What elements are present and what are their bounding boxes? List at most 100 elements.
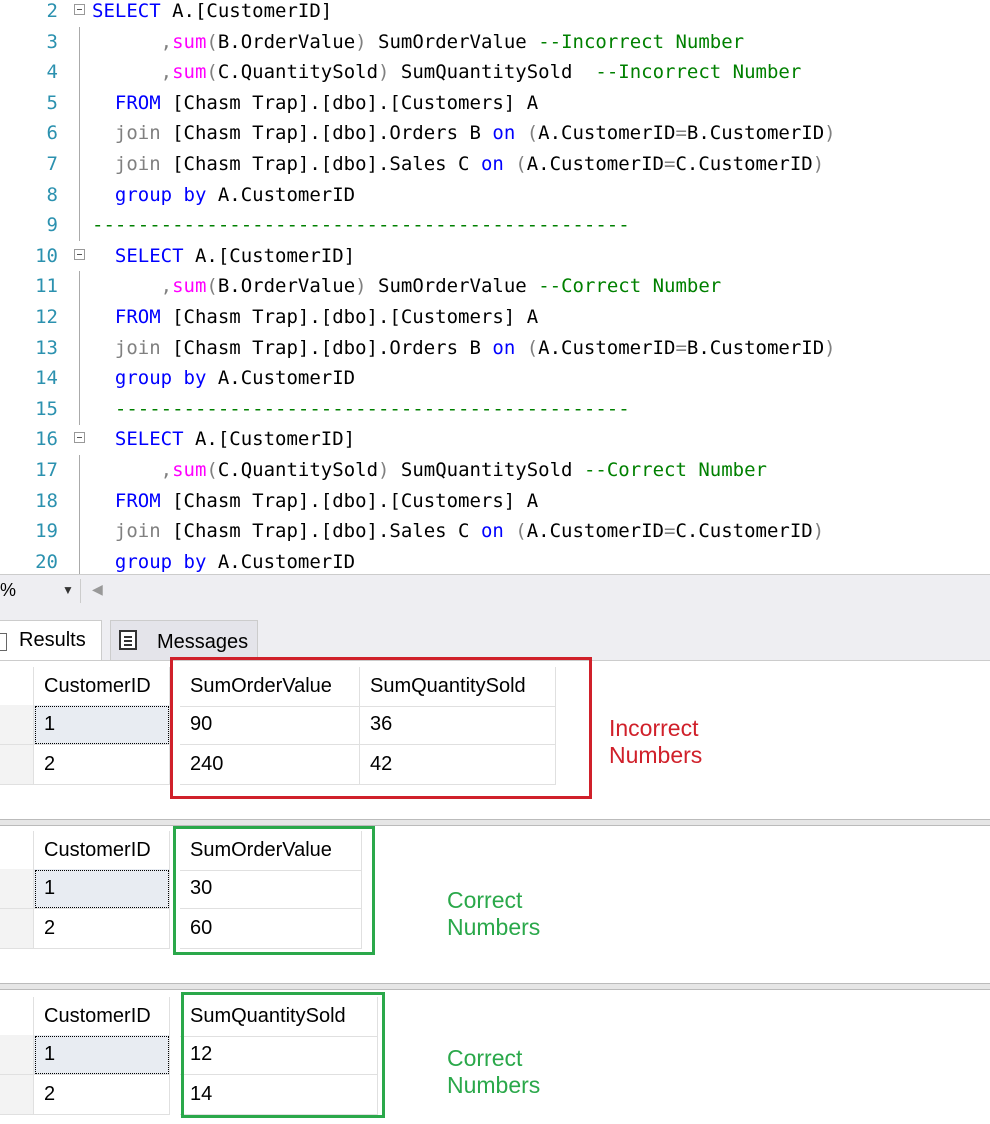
code-token: on xyxy=(492,122,516,145)
line-number: 7 xyxy=(46,153,58,175)
code-line[interactable]: 7 join [Chasm Trap].[dbo].Sales C on (A.… xyxy=(0,149,990,180)
code-token: group by xyxy=(92,550,207,573)
code-token: C.CustomerID xyxy=(675,520,813,543)
code-line[interactable]: 17 ,sum(C.QuantitySold) SumQuantitySold … xyxy=(0,455,990,486)
code-line[interactable]: 3 ,sum(B.OrderValue) SumOrderValue --Inc… xyxy=(0,26,990,58)
code-line[interactable]: 5 FROM [Chasm Trap].[dbo].[Customers] A xyxy=(0,87,990,119)
outline-guide xyxy=(79,210,80,242)
outline-guide xyxy=(79,57,80,89)
sql-editor[interactable]: 2 SELECT A.[CustomerID] 3 ,sum(B.OrderValu… xyxy=(0,0,990,578)
column-header[interactable]: CustomerID xyxy=(34,831,170,871)
outline-guide xyxy=(79,363,80,395)
line-number: 19 xyxy=(35,520,58,543)
code-line[interactable]: 13 join [Chasm Trap].[dbo].Orders B on (… xyxy=(0,332,990,364)
code-token: ) xyxy=(812,153,825,175)
table-cell[interactable]: 1 xyxy=(34,705,170,745)
code-token: ( xyxy=(206,275,218,298)
code-token: ) xyxy=(824,336,836,359)
code-token: FROM xyxy=(92,91,161,114)
code-token: ) xyxy=(355,30,367,53)
code-line[interactable]: 15 -------------------------------------… xyxy=(0,393,990,425)
code-line[interactable]: 10 SELECT A.[CustomerID] xyxy=(0,241,990,271)
code-text: group by A.CustomerID xyxy=(92,547,355,577)
row-header-corner[interactable] xyxy=(0,831,34,871)
code-line[interactable]: 18 FROM [Chasm Trap].[dbo].[Customers] A xyxy=(0,485,990,517)
collapse-icon[interactable] xyxy=(74,432,85,444)
column-header[interactable]: CustomerID xyxy=(34,667,170,707)
code-token: A.CustomerID xyxy=(538,122,676,145)
messages-icon xyxy=(119,630,137,650)
code-token: = xyxy=(664,153,676,175)
table-cell[interactable]: 2 xyxy=(34,1075,170,1115)
code-line[interactable]: 2 SELECT A.[CustomerID] xyxy=(0,0,990,26)
code-token: sum xyxy=(172,61,207,84)
outline-guide xyxy=(79,149,80,180)
code-line[interactable]: 8 group by A.CustomerID xyxy=(0,179,990,211)
code-line[interactable]: 12 FROM [Chasm Trap].[dbo].[Customers] A xyxy=(0,302,990,333)
code-line[interactable]: 19 join [Chasm Trap].[dbo].Sales C on (A… xyxy=(0,516,990,548)
table-cell[interactable]: 1 xyxy=(34,869,170,909)
code-token: sum xyxy=(172,459,207,481)
code-line[interactable]: 20 group by A.CustomerID xyxy=(0,546,990,578)
code-token: ( xyxy=(206,61,218,84)
code-token: , xyxy=(92,459,173,481)
code-token: [Chasm Trap].[dbo].Sales C xyxy=(160,520,481,543)
table-cell[interactable]: 2 xyxy=(34,745,170,785)
code-text: SELECT A.[CustomerID] xyxy=(92,0,332,26)
code-token: on xyxy=(480,520,504,543)
code-line[interactable]: 16 SELECT A.[CustomerID] xyxy=(0,424,990,454)
code-token: B.OrderValue xyxy=(217,275,356,298)
code-line[interactable]: 6 join [Chasm Trap].[dbo].Orders B on (A… xyxy=(0,118,990,150)
collapse-icon[interactable] xyxy=(74,248,85,260)
row-selector[interactable] xyxy=(0,909,34,949)
line-number: 11 xyxy=(35,275,58,298)
tab-messages[interactable]: Messages xyxy=(110,620,258,660)
code-text: join [Chasm Trap].[dbo].Sales C on (A.Cu… xyxy=(92,149,824,179)
code-token: --Correct Number xyxy=(583,459,767,481)
outline-guide xyxy=(79,26,80,58)
code-text: group by A.CustomerID xyxy=(92,180,355,210)
zoom-bar: % ▼ ◀ xyxy=(0,574,990,606)
collapse-icon[interactable] xyxy=(74,4,85,15)
grid-separator xyxy=(0,983,990,990)
row-selector[interactable] xyxy=(0,1075,34,1115)
column-header[interactable]: CustomerID xyxy=(34,997,170,1037)
zoom-level[interactable]: % xyxy=(0,580,16,601)
row-header-corner[interactable] xyxy=(0,667,34,707)
code-token: C.QuantitySold xyxy=(217,459,379,481)
line-number: 16 xyxy=(35,428,58,451)
line-number: 2 xyxy=(46,0,58,22)
code-token: A.CustomerID xyxy=(206,550,356,573)
chevron-down-icon[interactable]: ▼ xyxy=(62,583,74,597)
code-token: A.CustomerID xyxy=(206,183,356,206)
code-token: B.CustomerID xyxy=(686,122,825,145)
row-header-corner[interactable] xyxy=(0,997,34,1037)
grid-separator xyxy=(0,819,990,826)
code-token: ) xyxy=(378,459,390,481)
code-line[interactable]: 11 ,sum(B.OrderValue) SumOrderValue --Co… xyxy=(0,271,990,303)
code-token: FROM xyxy=(92,306,161,328)
row-selector[interactable] xyxy=(0,745,34,785)
code-line[interactable]: 14 group by A.CustomerID xyxy=(0,363,990,395)
table-cell[interactable]: 1 xyxy=(34,1035,170,1075)
code-text: SELECT A.[CustomerID] xyxy=(92,241,355,271)
annotation-incorrect: Incorrect Numbers xyxy=(609,715,703,768)
code-token: --Correct Number xyxy=(538,275,722,298)
code-line[interactable]: 9 ---------------------------------------… xyxy=(0,210,990,242)
code-text: FROM [Chasm Trap].[dbo].[Customers] A xyxy=(92,486,538,516)
row-selector[interactable] xyxy=(0,1035,34,1075)
code-text: ,sum(B.OrderValue) SumOrderValue --Corre… xyxy=(92,271,722,301)
outline-guide xyxy=(79,393,80,425)
tab-messages-label: Messages xyxy=(157,631,249,653)
line-number: 17 xyxy=(35,459,58,481)
table-cell[interactable]: 2 xyxy=(34,909,170,949)
row-selector[interactable] xyxy=(0,869,34,909)
code-token: A.CustomerID xyxy=(206,367,356,390)
row-selector[interactable] xyxy=(0,705,34,745)
code-token: [Chasm Trap].[dbo].Orders B xyxy=(160,336,493,359)
code-token: ) xyxy=(355,275,367,298)
tab-results[interactable]: Results xyxy=(0,620,102,660)
code-token: [Chasm Trap].[dbo].[Customers] A xyxy=(160,91,539,114)
code-line[interactable]: 4 ,sum(C.QuantitySold) SumQuantitySold -… xyxy=(0,57,990,89)
scroll-left-icon[interactable]: ◀ xyxy=(92,581,103,598)
